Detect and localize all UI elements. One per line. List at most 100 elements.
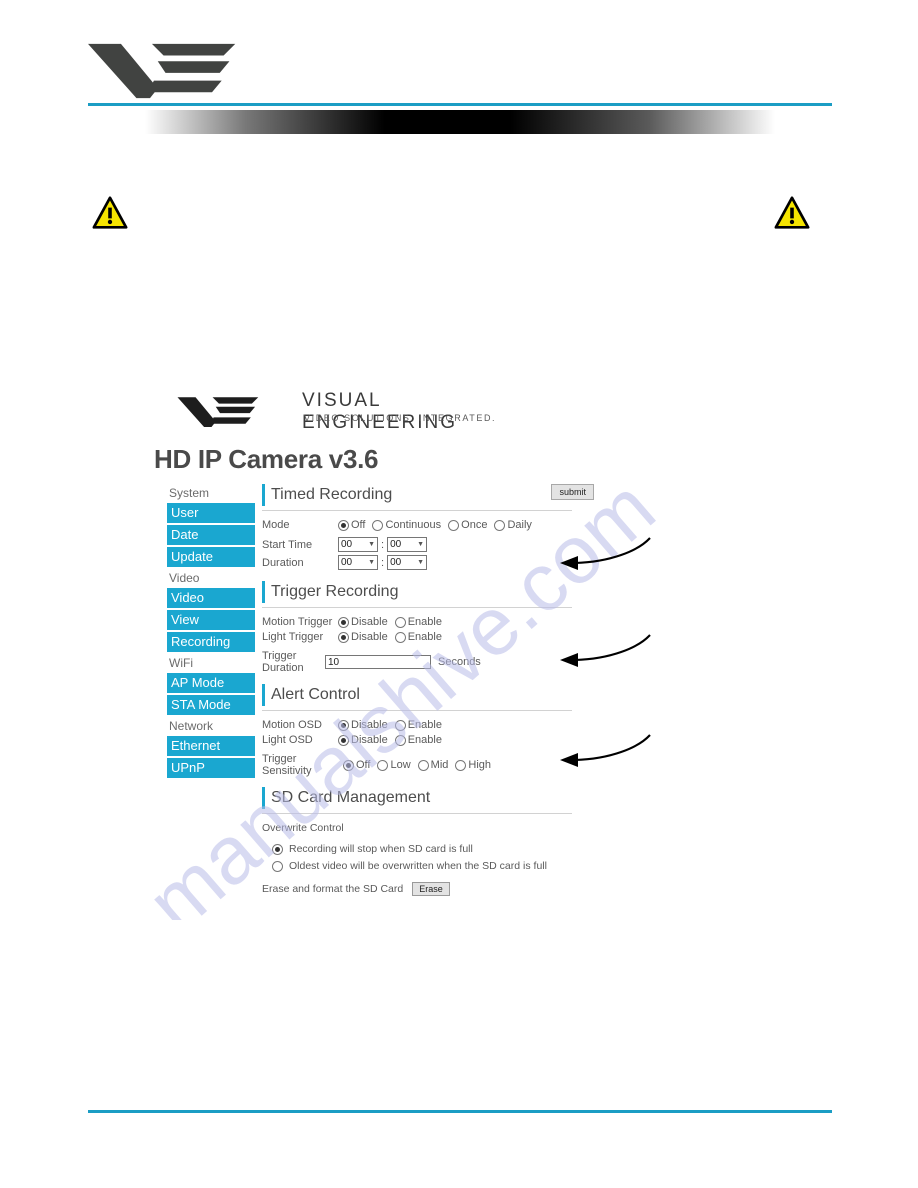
radio-icon[interactable] bbox=[448, 519, 460, 531]
radio-mode-daily[interactable]: Daily bbox=[494, 519, 532, 531]
time-separator: : bbox=[381, 538, 385, 551]
radio-label: Continuous bbox=[385, 519, 442, 531]
brand-tagline: VIDEO SOLUTIONS. INTEGRATED. bbox=[304, 413, 497, 423]
radio-icon[interactable] bbox=[377, 759, 389, 771]
radio-mode-off[interactable]: Off bbox=[338, 519, 365, 531]
chevron-down-icon: ▼ bbox=[368, 541, 375, 548]
erase-button[interactable]: Erase bbox=[412, 882, 450, 896]
trigger-duration-unit: Seconds bbox=[438, 656, 481, 668]
chevron-down-icon: ▼ bbox=[368, 559, 375, 566]
section-divider bbox=[262, 710, 572, 711]
radio-icon[interactable] bbox=[455, 759, 467, 771]
radio-light-trigger-enable[interactable]: Enable bbox=[394, 631, 442, 643]
header-divider bbox=[88, 103, 832, 106]
radio-motion-trigger-enable[interactable]: Enable bbox=[394, 616, 442, 628]
sensitivity-radio-group: Off Low Mid High bbox=[343, 759, 491, 771]
field-motion-osd: Motion OSD Disable Enable bbox=[262, 719, 602, 731]
sidebar-item-sta-mode[interactable]: STA Mode bbox=[167, 695, 255, 715]
radio-icon[interactable] bbox=[338, 719, 349, 731]
radio-label: Off bbox=[356, 759, 371, 771]
radio-mode-continuous[interactable]: Continuous bbox=[372, 519, 441, 531]
motion-osd-radio-group: Disable Enable bbox=[338, 719, 442, 731]
chevron-down-icon: ▼ bbox=[417, 559, 425, 566]
radio-light-osd-disable[interactable]: Disable bbox=[338, 734, 388, 746]
sidebar-item-video[interactable]: Video bbox=[167, 588, 255, 608]
sidebar-item-update[interactable]: Update bbox=[167, 547, 255, 567]
submit-button[interactable]: submit bbox=[551, 484, 594, 500]
warning-triangle-icon bbox=[92, 196, 128, 229]
select-value: 00 bbox=[341, 557, 353, 568]
brand-name: VISUAL ENGINEERING bbox=[302, 390, 458, 433]
radio-icon[interactable] bbox=[417, 759, 429, 771]
duration-hours-select[interactable]: 00 ▼ bbox=[338, 555, 378, 570]
radio-label: Mid bbox=[430, 759, 449, 771]
light-osd-label: Light OSD bbox=[262, 734, 313, 746]
radio-icon[interactable] bbox=[394, 734, 406, 746]
radio-icon[interactable] bbox=[494, 519, 506, 531]
radio-icon[interactable] bbox=[372, 519, 384, 531]
radio-label: High bbox=[468, 759, 492, 771]
settings-pane: Timed Recording submit Mode Off Continuo… bbox=[262, 484, 602, 899]
radio-icon[interactable] bbox=[394, 631, 406, 643]
radio-light-osd-enable[interactable]: Enable bbox=[394, 734, 442, 746]
ve-logo-icon bbox=[177, 397, 259, 427]
section-title-trigger-recording: Trigger Recording bbox=[262, 581, 602, 603]
radio-label: Disable bbox=[351, 616, 388, 628]
sidebar-item-ap-mode[interactable]: AP Mode bbox=[167, 673, 255, 693]
radio-sensitivity-mid[interactable]: Mid bbox=[417, 759, 449, 771]
radio-sensitivity-off[interactable]: Off bbox=[343, 759, 370, 771]
header-gradient-bar bbox=[145, 110, 775, 134]
mode-radio-group: Off Continuous Once Daily bbox=[338, 519, 532, 531]
light-trigger-radio-group: Disable Enable bbox=[338, 631, 442, 643]
sidebar-item-upnp[interactable]: UPnP bbox=[167, 758, 255, 778]
duration-minutes-select[interactable]: 00 ▼ bbox=[387, 555, 428, 570]
section-title-alert-control: Alert Control bbox=[262, 684, 602, 706]
section-divider bbox=[262, 607, 572, 608]
start-time-hours-select[interactable]: 00 ▼ bbox=[338, 537, 378, 552]
radio-icon[interactable] bbox=[338, 519, 349, 531]
select-value: 00 bbox=[341, 539, 353, 550]
radio-motion-osd-enable[interactable]: Enable bbox=[394, 719, 442, 731]
radio-label: Disable bbox=[351, 734, 388, 746]
field-light-trigger: Light Trigger Disable Enable bbox=[262, 631, 602, 643]
radio-icon[interactable] bbox=[338, 616, 349, 628]
field-start-time: Start Time 00 ▼ : 00 ▼ bbox=[262, 537, 602, 552]
select-value: 00 bbox=[390, 539, 402, 550]
motion-trigger-label: Motion Trigger bbox=[262, 616, 333, 628]
trigger-duration-input[interactable]: 10 bbox=[325, 655, 431, 669]
radio-icon[interactable] bbox=[394, 616, 406, 628]
select-value: 00 bbox=[390, 557, 402, 568]
sidebar-item-user[interactable]: User bbox=[167, 503, 255, 523]
radio-label: Oldest video will be overwritten when th… bbox=[289, 860, 547, 872]
radio-sensitivity-low[interactable]: Low bbox=[377, 759, 411, 771]
radio-label: Once bbox=[461, 519, 488, 531]
sidebar-group-video: Video bbox=[169, 571, 200, 585]
radio-icon[interactable] bbox=[338, 734, 349, 746]
document-header bbox=[0, 0, 918, 140]
sidebar-item-ethernet[interactable]: Ethernet bbox=[167, 736, 255, 756]
radio-icon[interactable] bbox=[343, 759, 354, 771]
radio-icon[interactable] bbox=[338, 631, 349, 643]
motion-trigger-radio-group: Disable Enable bbox=[338, 616, 442, 628]
radio-motion-osd-disable[interactable]: Disable bbox=[338, 719, 388, 731]
radio-icon[interactable] bbox=[272, 843, 283, 855]
radio-motion-trigger-disable[interactable]: Disable bbox=[338, 616, 388, 628]
radio-icon[interactable] bbox=[394, 719, 406, 731]
field-trigger-sensitivity: Trigger Sensitivity Off Low Mid High bbox=[262, 753, 602, 777]
start-time-minutes-select[interactable]: 00 ▼ bbox=[387, 537, 428, 552]
radio-overwrite-stop[interactable]: Recording will stop when SD card is full bbox=[262, 843, 602, 855]
section-divider bbox=[262, 510, 572, 511]
sidebar-item-recording[interactable]: Recording bbox=[167, 632, 255, 652]
radio-label: Enable bbox=[407, 631, 442, 643]
footer-divider bbox=[88, 1110, 832, 1113]
radio-mode-once[interactable]: Once bbox=[448, 519, 487, 531]
sidebar-item-date[interactable]: Date bbox=[167, 525, 255, 545]
radio-overwrite-oldest[interactable]: Oldest video will be overwritten when th… bbox=[262, 860, 602, 872]
warning-triangle-icon bbox=[774, 196, 810, 229]
page-title: HD IP Camera v3.6 bbox=[154, 444, 379, 474]
radio-icon[interactable] bbox=[272, 860, 283, 872]
field-mode: Mode Off Continuous Once Daily bbox=[262, 519, 602, 531]
sidebar-item-view[interactable]: View bbox=[167, 610, 255, 630]
radio-light-trigger-disable[interactable]: Disable bbox=[338, 631, 388, 643]
radio-sensitivity-high[interactable]: High bbox=[455, 759, 491, 771]
